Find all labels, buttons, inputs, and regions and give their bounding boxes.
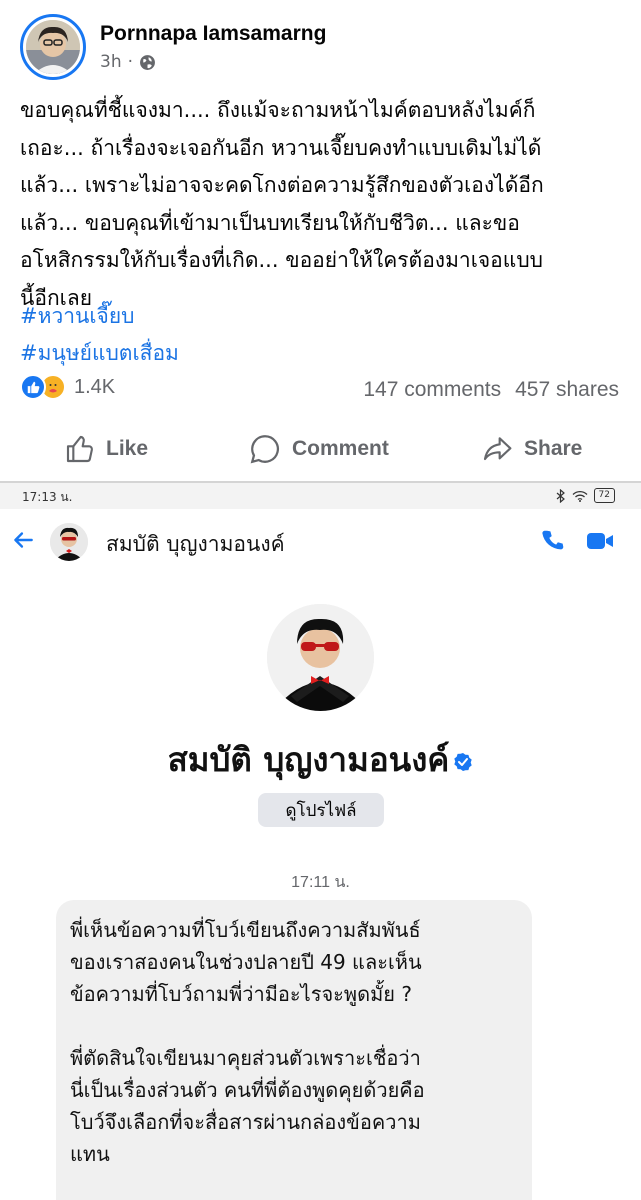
view-profile-button[interactable]: ดูโปรไฟล์ [258, 793, 384, 827]
share-arrow-icon [483, 437, 512, 461]
video-call-icon[interactable] [586, 530, 614, 552]
post-meta: 3h · [100, 52, 156, 72]
profile-name: สมบัติ บุญงามอนงค์ [0, 733, 641, 786]
author-name[interactable]: Pornnapa Iamsamarng [100, 22, 326, 46]
comment-count[interactable]: 147 comments [363, 378, 501, 402]
comment-bubble-icon [250, 435, 280, 464]
post-line: แล้ว... เพราะไม่อาจจะคดโกงต่อความรู้สึกข… [20, 173, 544, 197]
message-line: พี่เห็นข้อความที่โบว์เขียนถึงความสัมพันธ… [70, 918, 421, 942]
wifi-icon [572, 490, 588, 502]
status-time: 17:13 น. [22, 490, 73, 504]
post-actions-bar: Like Comment Share [0, 425, 641, 473]
post-body: ขอบคุณที่ชี้แจงมา.... ถึงแม้จะถามหน้าไมค… [20, 92, 630, 317]
like-label: Like [106, 437, 149, 460]
share-button[interactable]: Share [480, 433, 582, 465]
reaction-count: 1.4K [74, 375, 116, 398]
profile-picture[interactable] [267, 604, 374, 711]
thumbs-up-icon [66, 435, 93, 463]
post-time[interactable]: 3h [100, 52, 122, 72]
globe-icon [140, 54, 155, 70]
reactions-summary[interactable]: 1.4K [20, 374, 115, 400]
facebook-post: Pornnapa Iamsamarng 3h · ขอบคุณที่ชี้แจง… [0, 0, 641, 481]
bluetooth-icon [556, 488, 565, 503]
comment-label: Comment [292, 437, 389, 460]
author-photo [26, 20, 80, 74]
profile-name-text: สมบัติ บุญงามอนงค์ [167, 740, 450, 779]
share-label: Share [524, 437, 583, 460]
contact-avatar[interactable] [50, 523, 88, 561]
back-arrow-icon[interactable] [10, 527, 36, 553]
post-line: อโหสิกรรมให้กับเรื่องที่เกิด... ขออย่าให… [20, 248, 543, 272]
verified-badge-icon [454, 752, 473, 771]
message-line: ข้อความที่โบว์ถามพี่ว่ามีอะไรจะพูดมั้ย ? [70, 982, 412, 1006]
author-avatar[interactable] [20, 14, 86, 80]
like-button[interactable]: Like [64, 433, 148, 465]
message-line: ของเราสองคนในช่วงปลายปี 49 และเห็น [70, 950, 422, 974]
message-timestamp: 17:11 น. [291, 874, 350, 891]
post-line: เถอะ... ถ้าเรื่องจะเจอกันอีก หวานเจี๊ยบค… [20, 135, 542, 160]
status-icons: 72 [556, 488, 615, 503]
post-line: ขอบคุณที่ชี้แจงมา.... ถึงแม้จะถามหน้าไมค… [20, 98, 536, 122]
status-bar: 17:13 น. 72 [0, 483, 641, 509]
contact-name[interactable]: สมบัติ บุญงามอนงค์ [106, 528, 285, 561]
post-line: แล้ว... ขอบคุณที่เข้ามาเป็นบทเรียนให้กับ… [20, 210, 520, 235]
comment-button[interactable]: Comment [248, 432, 389, 466]
share-count[interactable]: 457 shares [515, 378, 619, 402]
hashtag-link[interactable]: #หวานเจี๊ยบ [20, 300, 135, 333]
message-line: แทน [70, 1142, 110, 1166]
message-line: พี่ตัดสินใจเขียนมาคุยส่วนตัวเพราะเชื่อว่… [70, 1046, 421, 1070]
message-line: โบว์จึงเลือกที่จะสื่อสารผ่านกล่องข้อความ [70, 1110, 421, 1134]
chat-header: สมบัติ บุญงามอนงค์ [0, 509, 641, 573]
battery-indicator: 72 [593, 488, 615, 503]
message-line: นี่เป็นเรื่องส่วนตัว คนที่พี่ต้องพูดคุยด… [70, 1078, 425, 1102]
hashtag-link[interactable]: #มนุษย์แบตเสื่อม [20, 337, 179, 370]
like-reaction-icon [20, 374, 46, 400]
message-bubble[interactable]: พี่เห็นข้อความที่โบว์เขียนถึงความสัมพันธ… [56, 900, 532, 1200]
phone-call-icon[interactable] [540, 528, 566, 554]
post-stats: 147 comments 457 shares [363, 378, 619, 402]
